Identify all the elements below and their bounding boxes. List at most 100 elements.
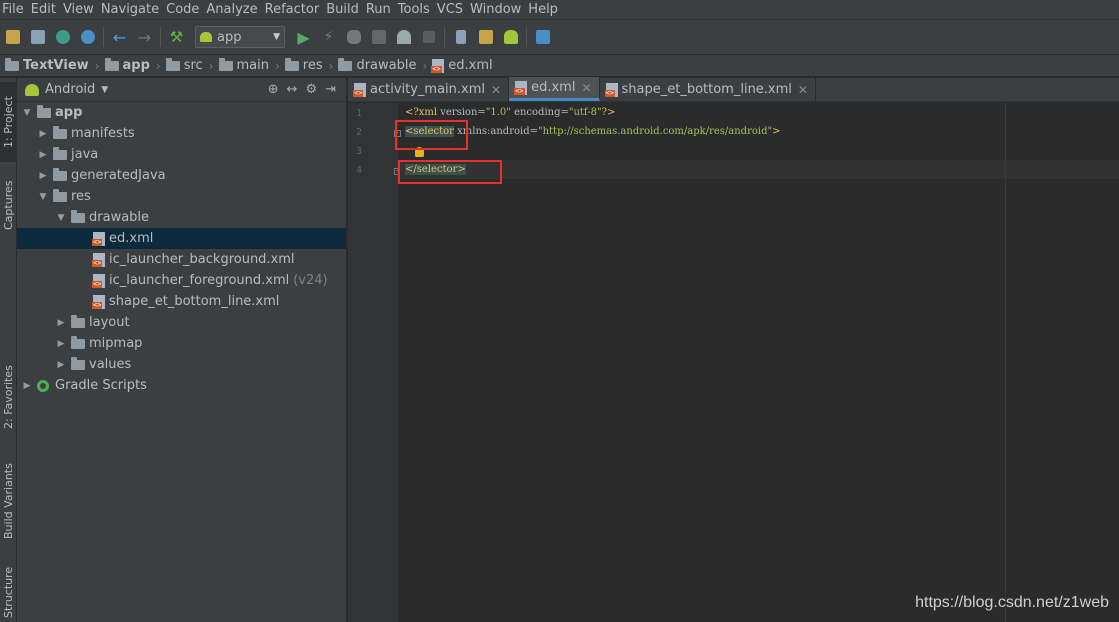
xml-file-icon: [92, 294, 105, 309]
breadcrumb: TextView › app › src › main › res › draw…: [0, 55, 1119, 77]
menu-edit[interactable]: Edit: [28, 2, 60, 17]
folder-icon: [53, 167, 67, 181]
tree-item-ic-launcher-foreground[interactable]: ic_launcher_foreground.xml(v24): [17, 270, 346, 291]
xml-value: "utf-8": [568, 107, 602, 118]
breadcrumb-module[interactable]: app: [100, 55, 156, 77]
tree-item-res[interactable]: ▼ res: [17, 186, 346, 207]
collapsed-arrow-icon[interactable]: ▶: [21, 381, 33, 391]
breadcrumb-drawable[interactable]: drawable: [333, 55, 422, 77]
tree-item-drawable[interactable]: ▼ drawable: [17, 207, 346, 228]
tree-item-java[interactable]: ▶ java: [17, 144, 346, 165]
collapsed-arrow-icon[interactable]: ▶: [37, 150, 49, 160]
tool-tab-captures[interactable]: Captures: [0, 170, 17, 240]
tree-item-manifests[interactable]: ▶ manifests: [17, 123, 346, 144]
sync-icon[interactable]: [50, 25, 75, 49]
menu-file[interactable]: File: [0, 2, 28, 17]
back-icon[interactable]: ←: [107, 25, 132, 49]
tree-item-values[interactable]: ▶ values: [17, 354, 346, 375]
chevron-down-icon: ▼: [273, 32, 280, 42]
project-view-mode[interactable]: Android: [45, 82, 95, 97]
tab-activity-main-xml[interactable]: activity_main.xml ✕: [348, 78, 510, 101]
annotation-box: [398, 160, 502, 184]
layout-inspector-icon[interactable]: [530, 25, 555, 49]
expanded-arrow-icon[interactable]: ▼: [37, 192, 49, 202]
tree-item-shape-et-bottom-line[interactable]: shape_et_bottom_line.xml: [17, 291, 346, 312]
menu-navigate[interactable]: Navigate: [98, 2, 163, 17]
collapsed-arrow-icon[interactable]: ▶: [55, 360, 67, 370]
hide-panel-icon[interactable]: ⇥: [325, 82, 336, 97]
menu-vcs[interactable]: VCS: [434, 2, 467, 17]
breadcrumb-label: drawable: [356, 58, 417, 73]
expanded-arrow-icon[interactable]: ▼: [55, 213, 67, 223]
tree-item-label: app: [55, 105, 83, 120]
apply-changes-icon[interactable]: ⚡: [316, 25, 341, 49]
menu-code[interactable]: Code: [163, 2, 203, 17]
xml-file-icon: [514, 80, 528, 95]
breadcrumb-res[interactable]: res: [280, 55, 329, 77]
project-tree: ▼ app ▶ manifests ▶ java ▶ generatedJava ▼ re…: [17, 102, 346, 396]
tab-shape-et-bottom-line-xml[interactable]: shape_et_bottom_line.xml ✕: [600, 78, 816, 101]
collapse-all-icon[interactable]: ↔: [287, 82, 298, 97]
menu-tools[interactable]: Tools: [395, 2, 434, 17]
xml-attr: encoding=: [510, 107, 569, 118]
xml-decl-close: ?>: [601, 107, 616, 118]
tool-tab-structure[interactable]: Structure: [0, 562, 17, 622]
close-icon[interactable]: ✕: [491, 83, 501, 97]
profile-icon[interactable]: [391, 25, 416, 49]
tree-item-ic-launcher-background[interactable]: ic_launcher_background.xml: [17, 249, 346, 270]
code-editor[interactable]: <?xml version="1.0" encoding="utf-8"?> <…: [405, 103, 1119, 622]
tool-tab-label: Captures: [2, 180, 15, 230]
breadcrumb-main[interactable]: main: [214, 55, 275, 77]
line-number-gutter[interactable]: 1 2 3 4 - -: [348, 103, 401, 622]
menu-analyze[interactable]: Analyze: [203, 2, 261, 17]
menu-build[interactable]: Build: [323, 2, 363, 17]
menu-help[interactable]: Help: [525, 2, 562, 17]
attach-debugger-icon[interactable]: [366, 25, 391, 49]
run-config-select[interactable]: app ▼: [195, 26, 285, 48]
save-icon[interactable]: [25, 25, 50, 49]
menu-window[interactable]: Window: [467, 2, 525, 17]
collapsed-arrow-icon[interactable]: ▶: [55, 318, 67, 328]
gear-icon[interactable]: ⚙: [305, 82, 317, 97]
tree-item-generatedjava[interactable]: ▶ generatedJava: [17, 165, 346, 186]
collapsed-arrow-icon[interactable]: ▶: [55, 339, 67, 349]
forward-icon[interactable]: →: [132, 25, 157, 49]
tool-tab-build-variants[interactable]: Build Variants: [0, 454, 17, 548]
tool-tab-label: 2: Favorites: [2, 365, 15, 429]
tool-tab-favorites[interactable]: 2: Favorites: [0, 356, 17, 438]
tool-tab-project[interactable]: 1: Project: [0, 82, 17, 162]
sdk-manager-icon[interactable]: [473, 25, 498, 49]
tree-item-layout[interactable]: ▶ layout: [17, 312, 346, 333]
tree-item-ed-xml[interactable]: ed.xml: [17, 228, 346, 249]
tree-item-gradle-scripts[interactable]: ▶ Gradle Scripts: [17, 375, 346, 396]
collapsed-arrow-icon[interactable]: ▶: [37, 129, 49, 139]
run-icon[interactable]: ▶: [291, 25, 316, 49]
android-device-icon[interactable]: [498, 25, 523, 49]
menu-run[interactable]: Run: [363, 2, 395, 17]
folder-icon: [71, 209, 85, 223]
refresh-icon[interactable]: [75, 25, 100, 49]
menu-view[interactable]: View: [60, 2, 98, 17]
android-icon: [25, 83, 39, 96]
breadcrumb-src[interactable]: src: [161, 55, 209, 77]
tab-ed-xml[interactable]: ed.xml ✕: [509, 77, 600, 101]
android-app-icon: [200, 32, 212, 42]
collapsed-arrow-icon[interactable]: ▶: [37, 171, 49, 181]
stop-icon[interactable]: [416, 25, 441, 49]
menu-refactor[interactable]: Refactor: [262, 2, 324, 17]
chevron-down-icon[interactable]: ▼: [101, 85, 108, 95]
close-icon[interactable]: ✕: [798, 83, 808, 97]
run-config-label: app: [217, 29, 242, 45]
breadcrumb-file[interactable]: ed.xml: [427, 55, 498, 77]
open-folder-icon[interactable]: [0, 25, 25, 49]
breadcrumb-project[interactable]: TextView: [0, 55, 95, 77]
tree-item-app[interactable]: ▼ app: [17, 102, 346, 123]
tree-item-mipmap[interactable]: ▶ mipmap: [17, 333, 346, 354]
build-hammer-icon[interactable]: ⚒: [164, 25, 189, 49]
expanded-arrow-icon[interactable]: ▼: [21, 108, 33, 118]
debug-icon[interactable]: [341, 25, 366, 49]
sync-target-icon[interactable]: ⊕: [268, 82, 279, 97]
close-icon[interactable]: ✕: [581, 81, 591, 95]
avd-manager-icon[interactable]: [448, 25, 473, 49]
line-number: 4: [355, 165, 362, 176]
